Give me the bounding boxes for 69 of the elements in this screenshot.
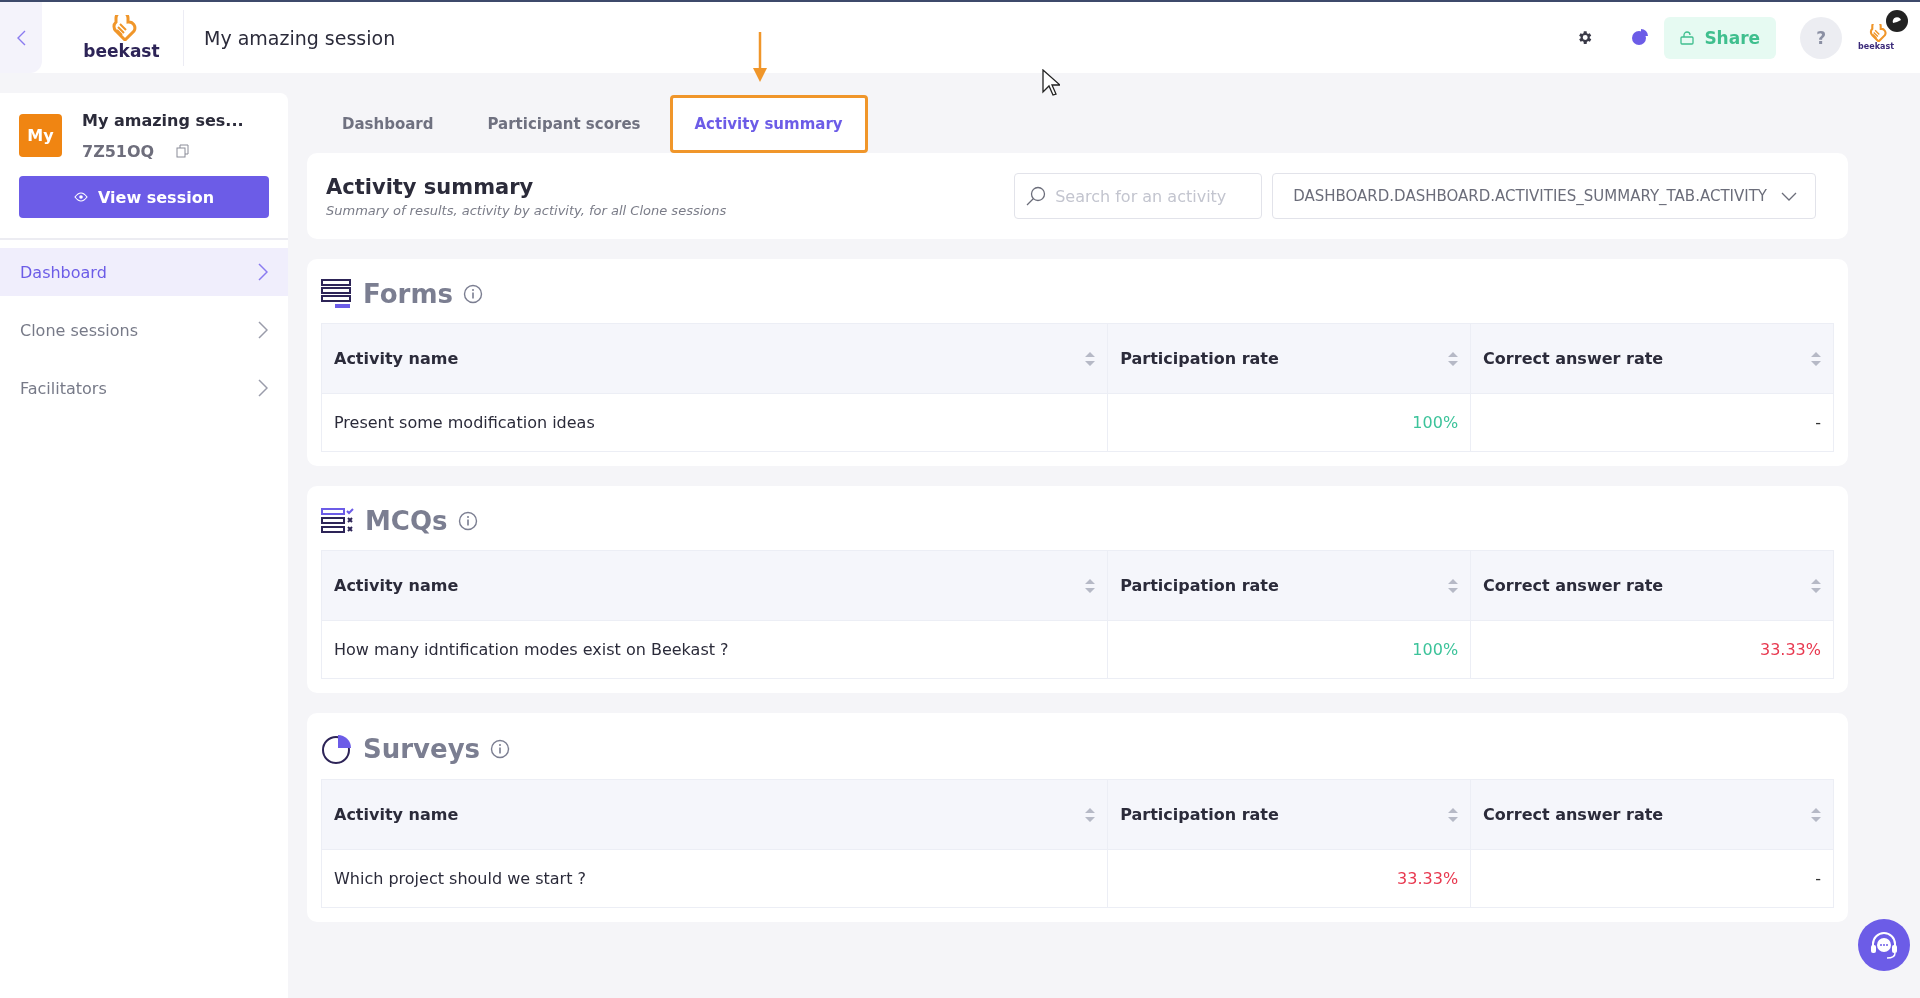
sidebar-item[interactable]: Dashboard [0,248,288,296]
table-cell: - [1470,849,1834,908]
column-header[interactable]: Activity name [321,323,1108,394]
table-cell: Present some modification ideas [321,393,1108,452]
copy-icon [176,144,190,158]
section-title: Forms [363,279,453,309]
table-cell: Which project should we start ? [321,849,1108,908]
sort-icon[interactable] [1448,351,1459,366]
page-subtitle: Summary of results, activity by activity, for all Clone sessions [326,202,727,218]
table-cell: - [1470,393,1834,452]
table-cell: 33.33% [1470,620,1834,679]
activity-dropdown[interactable]: DASHBOARD.DASHBOARD.ACTIVITIES_SUMMARY_TAB.ACTIVITY [1272,173,1816,219]
session-name: My amazing ses... [82,111,244,130]
back-button[interactable] [0,2,42,73]
column-header[interactable]: Correct answer rate [1470,779,1834,850]
sort-icon[interactable] [1811,351,1821,366]
column-header[interactable]: Participation rate [1107,779,1471,850]
column-header[interactable]: Correct answer rate [1470,323,1834,394]
chevron-right-icon [258,379,268,397]
view-session-button[interactable]: View session [19,176,269,218]
column-header[interactable]: Participation rate [1107,550,1471,621]
sidebar-item[interactable]: Clone sessions [0,306,288,354]
sort-icon[interactable] [1448,578,1459,593]
column-header[interactable]: Correct answer rate [1470,550,1834,621]
section-title: MCQs [365,506,448,536]
help-button[interactable]: ? [1800,16,1843,59]
session-code: 7Z51OQ [82,141,155,161]
tab[interactable]: Dashboard [317,95,459,153]
support-chat-button[interactable] [1858,919,1910,971]
chevron-down-icon [1781,191,1797,201]
logo-text: beekast [1858,42,1894,52]
sort-icon[interactable] [1085,578,1096,593]
section-title: Surveys [363,734,481,764]
page-heading: Activity summary [326,174,535,199]
session-avatar: My [19,114,62,157]
tab[interactable]: Participant scores [462,95,666,153]
info-icon[interactable] [457,511,478,531]
pie-chart-icon [321,733,353,765]
logo-text: beekast [83,40,160,61]
eye-icon [73,192,88,202]
sort-icon[interactable] [1085,351,1096,366]
sort-icon[interactable] [1448,807,1459,822]
pie-chart-icon [1631,29,1649,46]
info-icon[interactable] [462,284,483,304]
column-header[interactable]: Activity name [321,779,1108,850]
sort-icon[interactable] [1811,807,1821,822]
lock-icon [1680,30,1695,45]
search-field[interactable]: Search for an activity [1014,173,1263,219]
chevron-right-icon [258,321,268,339]
tab[interactable]: Activity summary [669,95,868,153]
column-header[interactable]: Activity name [321,550,1108,621]
session-title: My amazing session [204,26,397,49]
info-icon[interactable] [490,739,511,759]
column-header[interactable]: Participation rate [1107,323,1471,394]
table-cell: 100% [1107,620,1471,679]
form-list-icon [321,279,353,309]
table-cell: 33.33% [1107,849,1471,908]
sort-icon[interactable] [1811,578,1821,593]
settings-icon [1576,29,1594,46]
sidebar-item[interactable]: Facilitators [0,364,288,412]
checklist-icon [321,508,355,534]
search-icon [1026,186,1047,206]
arrow-annotation-drawing [752,32,768,82]
sort-icon[interactable] [1085,807,1096,822]
chevron-left-icon [16,29,26,46]
extension-badge-icon[interactable] [1886,9,1908,32]
chevron-right-icon [258,263,268,281]
table-cell: How many idntification modes exist on Beekast ? [321,620,1108,679]
table-cell: 100% [1107,393,1471,452]
